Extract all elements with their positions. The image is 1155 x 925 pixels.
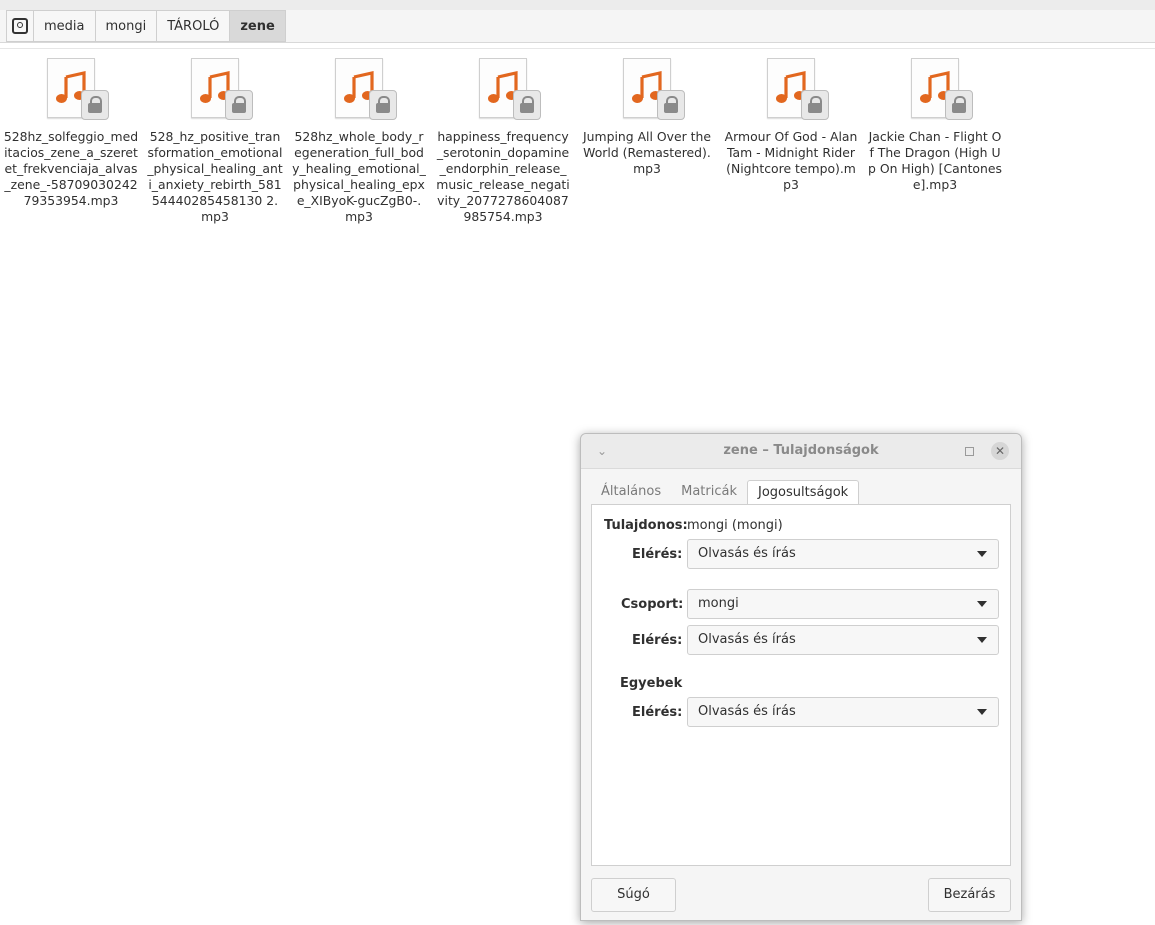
file-grid: 528hz_solfeggio_meditacios_zene_a_szeret…: [0, 56, 1155, 256]
lock-icon: [657, 90, 685, 120]
file-item[interactable]: Jumping All Over the World (Remastered).…: [577, 56, 717, 177]
file-item[interactable]: Armour Of God - Alan Tam - Midnight Ride…: [721, 56, 861, 193]
chevron-down-icon: [977, 551, 987, 557]
file-name: Jumping All Over the World (Remastered).…: [583, 129, 711, 176]
lock-icon: [801, 90, 829, 120]
group-access-value: Olvasás és írás: [698, 632, 796, 647]
lock-icon: [225, 90, 253, 120]
lock-icon: [369, 90, 397, 120]
tab-permissions[interactable]: Jogosultságok: [747, 480, 860, 505]
others-access-value: Olvasás és írás: [698, 704, 796, 719]
group-access-select[interactable]: Olvasás és írás: [687, 625, 999, 655]
file-name: happiness_frequency_serotonin_dopamine_e…: [436, 129, 570, 224]
lock-icon: [945, 90, 973, 120]
lock-icon: [81, 90, 109, 120]
breadcrumb: media mongi TÁROLÓ zene: [6, 10, 286, 42]
audio-file-icon: [183, 56, 253, 120]
lock-icon: [513, 90, 541, 120]
owner-access-select[interactable]: Olvasás és írás: [687, 539, 999, 569]
permissions-panel: Tulajdonos: mongi (mongi) Elérés: Olvasá…: [591, 504, 1011, 866]
path-bar: media mongi TÁROLÓ zene: [0, 10, 1155, 43]
file-item[interactable]: 528_hz_positive_transformation_emotional…: [145, 56, 285, 225]
dialog-title: zene – Tulajdonságok: [723, 443, 879, 458]
maximize-icon[interactable]: [965, 447, 974, 456]
audio-file-icon: [615, 56, 685, 120]
audio-file-icon: [327, 56, 397, 120]
file-name: Jackie Chan - Flight Of The Dragon (High…: [868, 129, 1002, 192]
file-name: 528hz_whole_body_regeneration_full_body_…: [292, 129, 426, 224]
drive-button[interactable]: [6, 10, 34, 42]
crumb-zene[interactable]: zene: [230, 10, 286, 42]
file-name: 528_hz_positive_transformation_emotional…: [147, 129, 283, 224]
file-item[interactable]: 528hz_solfeggio_meditacios_zene_a_szeret…: [1, 56, 141, 209]
others-label: Egyebek: [620, 676, 683, 691]
audio-file-icon: [903, 56, 973, 120]
properties-dialog: ⌄ zene – Tulajdonságok ✕ Általános Matri…: [580, 433, 1022, 921]
group-label: Csoport:: [621, 597, 684, 612]
group-access-label: Elérés:: [632, 633, 683, 648]
audio-file-icon: [39, 56, 109, 120]
group-value: mongi: [698, 596, 739, 611]
crumb-tarolo[interactable]: TÁROLÓ: [157, 10, 231, 42]
chevron-down-icon: [977, 601, 987, 607]
owner-access-value: Olvasás és írás: [698, 546, 796, 561]
file-item[interactable]: 528hz_whole_body_regeneration_full_body_…: [289, 56, 429, 225]
close-icon[interactable]: ✕: [991, 442, 1009, 460]
divider: [0, 48, 1155, 49]
dialog-titlebar[interactable]: ⌄ zene – Tulajdonságok ✕: [581, 434, 1021, 469]
file-item[interactable]: happiness_frequency_serotonin_dopamine_e…: [433, 56, 573, 225]
owner-access-label: Elérés:: [632, 547, 683, 562]
chevron-down-icon: [977, 709, 987, 715]
crumb-mongi[interactable]: mongi: [95, 10, 158, 42]
close-button[interactable]: Bezárás: [928, 878, 1011, 912]
file-name: 528hz_solfeggio_meditacios_zene_a_szeret…: [3, 129, 139, 208]
others-access-select[interactable]: Olvasás és írás: [687, 697, 999, 727]
drive-icon: [12, 18, 28, 34]
tab-general[interactable]: Általános: [591, 480, 671, 504]
chevron-down-icon: [977, 637, 987, 643]
tab-bar: Általános Matricák Jogosultságok: [591, 480, 860, 505]
file-name: Armour Of God - Alan Tam - Midnight Ride…: [724, 129, 858, 192]
owner-label: Tulajdonos:: [604, 518, 688, 533]
others-access-label: Elérés:: [632, 705, 683, 720]
audio-file-icon: [759, 56, 829, 120]
group-select[interactable]: mongi: [687, 589, 999, 619]
file-item[interactable]: Jackie Chan - Flight Of The Dragon (High…: [865, 56, 1005, 193]
crumb-media[interactable]: media: [34, 10, 96, 42]
help-button[interactable]: Súgó: [591, 878, 676, 912]
tab-emblems[interactable]: Matricák: [671, 480, 747, 504]
audio-file-icon: [471, 56, 541, 120]
owner-value: mongi (mongi): [687, 518, 783, 533]
